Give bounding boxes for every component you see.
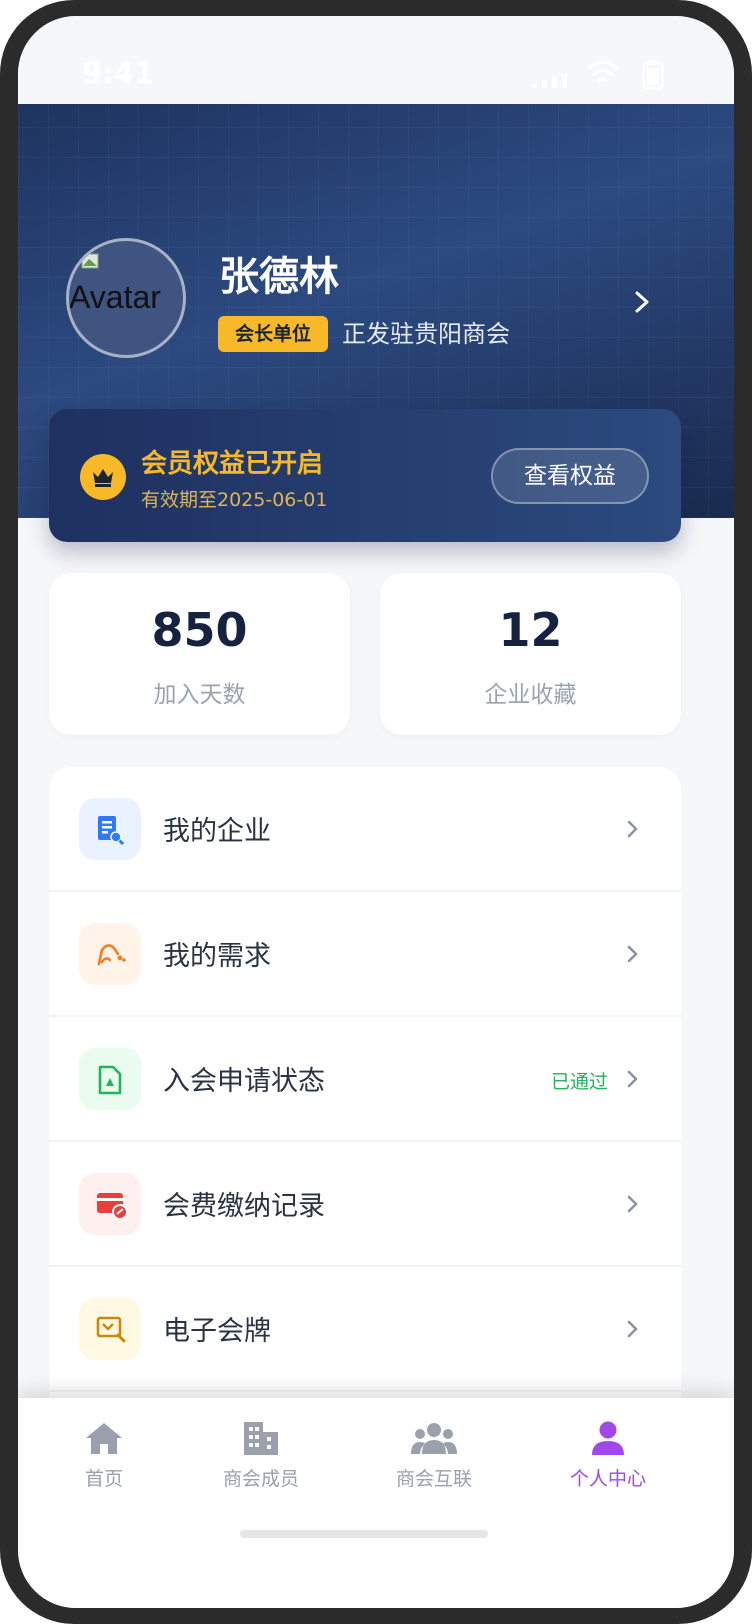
- stat-label: 企业收藏: [484, 682, 577, 708]
- application-file-icon: [79, 1048, 141, 1110]
- menu-item-label: 我的企业: [163, 816, 271, 847]
- building-icon: [244, 1422, 278, 1455]
- handshake-icon: [79, 923, 141, 985]
- payment-card-icon: [79, 1173, 141, 1235]
- avatar-alt-text: Avatar: [69, 279, 161, 315]
- chevron-right-icon: [627, 1195, 638, 1213]
- tab-network[interactable]: 商会互联: [354, 1420, 514, 1500]
- stat-value: 12: [498, 603, 563, 657]
- menu-list: 我的企业 我的需求 入会申请状态 已通过 会费缴纳记录 电子会牌: [49, 767, 681, 1417]
- tab-members[interactable]: 商会成员: [181, 1420, 341, 1500]
- stat-label: 加入天数: [153, 682, 246, 708]
- crown-icon: [80, 454, 126, 500]
- menu-item-fee-records[interactable]: 会费缴纳记录: [49, 1142, 681, 1267]
- view-benefits-button[interactable]: 查看权益: [491, 448, 649, 504]
- company-doc-icon: [79, 798, 141, 860]
- stat-card-days[interactable]: 850 加入天数: [49, 573, 350, 735]
- wifi-icon: [587, 61, 619, 83]
- tab-home[interactable]: 首页: [24, 1420, 184, 1500]
- user-name: 张德林: [219, 254, 339, 300]
- battery-icon: [642, 60, 664, 90]
- avatar[interactable]: Avatar: [66, 238, 186, 358]
- users-icon: [411, 1423, 457, 1454]
- menu-item-label: 我的需求: [163, 941, 271, 972]
- status-bar: 9:41: [18, 16, 734, 104]
- membership-title: 会员权益已开启: [141, 449, 324, 479]
- menu-item-my-needs[interactable]: 我的需求: [49, 892, 681, 1017]
- organization-name: 正发驻贵阳商会: [342, 320, 510, 348]
- chevron-right-icon: [627, 1320, 638, 1338]
- chevron-right-icon: [627, 945, 638, 963]
- bottom-tab-bar: 首页 商会成员 商会互联 个人中心: [18, 1398, 734, 1608]
- certificate-icon: [79, 1298, 141, 1360]
- tab-label: 首页: [84, 1468, 123, 1490]
- screen: 9:41 Avatar 张德林 会长单位 正发驻贵阳商会 会员权益已开启 有效期…: [18, 16, 734, 1608]
- home-icon: [86, 1423, 122, 1454]
- tab-profile[interactable]: 个人中心: [528, 1420, 688, 1500]
- broken-image-icon: [81, 253, 99, 269]
- stat-card-favorites[interactable]: 12 企业收藏: [380, 573, 681, 735]
- status-time: 9:41: [82, 56, 155, 90]
- status-badge: 已通过: [551, 1071, 609, 1093]
- menu-item-application-status[interactable]: 入会申请状态 已通过: [49, 1017, 681, 1142]
- role-badge: 会长单位: [218, 316, 328, 352]
- stat-value: 850: [151, 603, 248, 657]
- signal-icon: [532, 74, 567, 88]
- tab-label: 商会成员: [222, 1468, 299, 1490]
- tab-label: 商会互联: [395, 1468, 472, 1490]
- phone-frame: 9:41 Avatar 张德林 会长单位 正发驻贵阳商会 会员权益已开启 有效期…: [0, 0, 752, 1624]
- chevron-right-icon: [627, 1070, 638, 1088]
- membership-card: 会员权益已开启 有效期至2025-06-01 查看权益: [49, 409, 681, 542]
- menu-item-label: 入会申请状态: [163, 1066, 325, 1097]
- chevron-right-icon[interactable]: [630, 288, 654, 316]
- chevron-right-icon: [627, 820, 638, 838]
- menu-item-label: 电子会牌: [163, 1316, 271, 1347]
- membership-expiry: 有效期至2025-06-01: [141, 489, 328, 511]
- menu-item-label: 会费缴纳记录: [163, 1191, 325, 1222]
- user-icon: [592, 1421, 624, 1455]
- menu-item-my-company[interactable]: 我的企业: [49, 767, 681, 892]
- home-indicator: [240, 1530, 488, 1538]
- menu-item-e-badge[interactable]: 电子会牌: [49, 1267, 681, 1392]
- tab-label: 个人中心: [569, 1468, 646, 1490]
